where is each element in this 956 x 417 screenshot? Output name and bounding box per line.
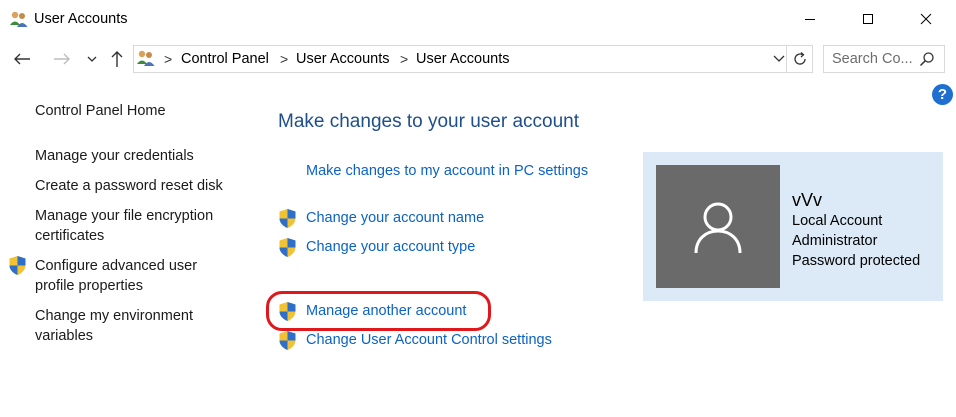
uac-shield-icon <box>278 237 297 258</box>
forward-arrow-icon <box>54 53 70 65</box>
left-link-line: Manage your credentials <box>35 148 194 164</box>
left-link-advanced-profile-properties[interactable]: Configure advanced user profile properti… <box>35 256 197 296</box>
breadcrumb-user-accounts[interactable]: User Accounts <box>296 51 390 67</box>
refresh-icon <box>793 52 806 65</box>
user-accounts-icon <box>136 49 156 67</box>
left-link-environment-variables[interactable]: Change my environment variables <box>35 306 193 346</box>
up-arrow-icon <box>111 51 123 67</box>
left-link-line: Create a password reset disk <box>35 178 223 194</box>
pc-settings-link[interactable]: Make changes to my account in PC setting… <box>306 163 588 179</box>
uac-shield-icon <box>278 301 297 322</box>
breadcrumb-separator[interactable]: > <box>280 51 288 67</box>
maximize-button[interactable] <box>845 0 891 38</box>
maximize-icon <box>863 14 873 24</box>
forward-button[interactable] <box>50 47 74 71</box>
change-account-type-link[interactable]: Change your account type <box>306 239 475 255</box>
close-button[interactable] <box>903 0 949 38</box>
left-link-line: Change my environment <box>35 308 193 324</box>
account-role: Administrator <box>792 233 878 249</box>
left-link-manage-credentials[interactable]: Manage your credentials <box>35 146 194 166</box>
refresh-button[interactable] <box>787 45 813 73</box>
change-account-name-link[interactable]: Change your account name <box>306 210 484 226</box>
manage-another-account-link[interactable]: Manage another account <box>306 303 466 319</box>
back-button[interactable] <box>10 47 34 71</box>
minimize-icon <box>805 19 815 20</box>
chevron-down-icon <box>773 55 785 62</box>
left-link-line: profile properties <box>35 278 143 294</box>
back-arrow-icon <box>14 53 30 65</box>
left-link-line: certificates <box>35 228 105 244</box>
uac-shield-icon <box>278 330 297 351</box>
left-link-line: Configure advanced user <box>35 258 198 274</box>
breadcrumb-separator[interactable]: > <box>400 51 408 67</box>
left-link-line: variables <box>35 328 94 344</box>
left-link-file-encryption[interactable]: Manage your file encryption certificates <box>35 206 213 246</box>
close-icon <box>920 13 932 25</box>
address-history-button[interactable] <box>772 51 786 65</box>
uac-shield-icon <box>278 208 297 229</box>
help-button[interactable]: ? <box>932 84 953 105</box>
chevron-down-icon <box>87 56 97 62</box>
uac-settings-link[interactable]: Change User Account Control settings <box>306 332 552 348</box>
recent-locations-button[interactable] <box>80 47 104 71</box>
breadcrumb-separator[interactable]: > <box>164 51 172 67</box>
up-button[interactable] <box>105 47 129 71</box>
left-link-line: Manage your file encryption <box>35 208 214 224</box>
user-accounts-icon <box>9 10 29 28</box>
account-name: vVv <box>792 190 823 210</box>
control-panel-home-link[interactable]: Control Panel Home <box>35 101 166 121</box>
search-icon[interactable] <box>919 51 935 67</box>
account-protection: Password protected <box>792 253 921 269</box>
uac-shield-icon <box>8 255 27 276</box>
page-title: Make changes to your user account <box>278 111 580 132</box>
search-placeholder: Search Co... <box>832 51 913 67</box>
breadcrumb-user-accounts-current[interactable]: User Accounts <box>416 51 510 67</box>
minimize-button[interactable] <box>787 0 833 38</box>
account-type: Local Account <box>792 213 883 229</box>
avatar <box>656 165 780 288</box>
breadcrumb-control-panel[interactable]: Control Panel <box>181 51 269 67</box>
user-avatar-icon <box>694 202 742 253</box>
window-title: User Accounts <box>34 11 128 27</box>
left-link-password-reset-disk[interactable]: Create a password reset disk <box>35 176 223 196</box>
